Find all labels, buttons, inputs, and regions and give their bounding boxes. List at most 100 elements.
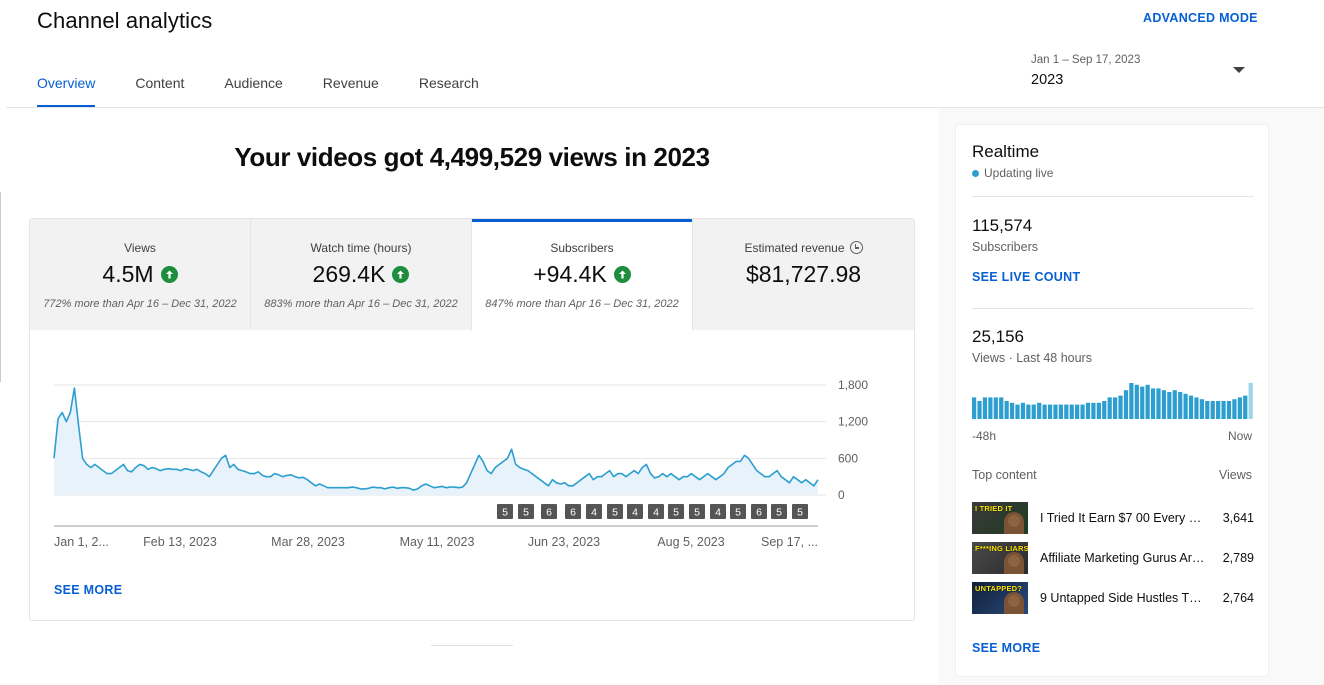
views-chart: 1,800 1,200 600 0 5 5 6 6 4 5 4 4 5 5 4 5 6 5 5 Jan 1, 2...… bbox=[53, 378, 868, 549]
video-marker-label: 6 bbox=[570, 507, 576, 519]
realtime-bar bbox=[1199, 399, 1204, 419]
video-title: I Tried It Earn $7 00 Every Day Copy Pas… bbox=[1040, 511, 1208, 525]
metric-estimated-revenue[interactable]: Estimated revenue $81,727.98 bbox=[693, 219, 914, 330]
metric-tabs: Views 4.5M 772% more than Apr 16 – Dec 3… bbox=[30, 219, 914, 330]
metric-comparison: 772% more than Apr 16 – Dec 31, 2022 bbox=[43, 298, 237, 310]
realtime-bar bbox=[1042, 404, 1047, 419]
subscriber-label: Subscribers bbox=[972, 240, 1038, 254]
date-range-text: Jan 1 – Sep 17, 2023 bbox=[1031, 54, 1141, 66]
scroll-indicator bbox=[431, 645, 513, 646]
views-48h-count: 25,156 bbox=[972, 327, 1024, 346]
video-marker-label: 5 bbox=[502, 507, 508, 519]
video-marker-label: 5 bbox=[612, 507, 618, 519]
realtime-bar bbox=[1031, 404, 1036, 419]
realtime-bar bbox=[1150, 388, 1156, 419]
realtime-bar bbox=[982, 397, 988, 419]
realtime-title: Realtime bbox=[972, 142, 1040, 161]
y-tick-label: 1,200 bbox=[838, 415, 868, 429]
realtime-bar bbox=[1096, 402, 1101, 419]
video-marker-label: 4 bbox=[632, 507, 638, 519]
person-icon bbox=[1004, 552, 1024, 574]
realtime-bar bbox=[1015, 404, 1020, 419]
realtime-bar bbox=[1004, 401, 1009, 419]
live-status: Updating live bbox=[972, 166, 1053, 180]
tab-revenue[interactable]: Revenue bbox=[323, 60, 379, 108]
top-views-label: Views bbox=[1218, 468, 1252, 482]
realtime-bar bbox=[1037, 402, 1042, 419]
realtime-bar bbox=[1075, 404, 1080, 419]
realtime-bar bbox=[1064, 404, 1069, 419]
realtime-bar bbox=[999, 397, 1004, 419]
realtime-bar bbox=[1026, 404, 1031, 419]
see-more-link[interactable]: SEE MORE bbox=[54, 583, 122, 597]
top-content-label: Top content bbox=[972, 468, 1037, 482]
bar-axis-end: Now bbox=[1227, 429, 1252, 443]
metric-label: Estimated revenue bbox=[693, 241, 914, 255]
tab-content[interactable]: Content bbox=[135, 60, 184, 108]
video-title: Affiliate Marketing Gurus Are Liars bbox=[1040, 551, 1208, 565]
realtime-bar bbox=[1178, 392, 1183, 419]
realtime-bar bbox=[1232, 399, 1237, 419]
metric-value: 269.4K bbox=[312, 261, 386, 287]
x-tick-label: Feb 13, 2023 bbox=[143, 535, 217, 549]
top-content-item[interactable]: F***ING LIARS Affiliate Marketing Gurus … bbox=[972, 542, 1254, 574]
metric-watch-time[interactable]: Watch time (hours) 269.4K 883% more than… bbox=[251, 219, 472, 330]
top-content-item[interactable]: I TRIED IT I Tried It Earn $7 00 Every D… bbox=[972, 502, 1254, 534]
video-marker-label: 6 bbox=[756, 507, 762, 519]
tab-overview[interactable]: Overview bbox=[37, 60, 96, 108]
realtime-bar-chart bbox=[972, 383, 1253, 419]
metric-label: Subscribers bbox=[550, 241, 614, 255]
realtime-bar bbox=[1113, 397, 1118, 419]
realtime-bar bbox=[1243, 395, 1248, 419]
divider bbox=[972, 308, 1254, 309]
video-marker-label: 5 bbox=[673, 507, 679, 519]
advanced-mode-button[interactable]: ADVANCED MODE bbox=[1143, 11, 1258, 25]
left-edge-divider bbox=[0, 192, 1, 382]
tab-audience[interactable]: Audience bbox=[224, 60, 282, 108]
metric-value: +94.4K bbox=[533, 261, 607, 287]
video-marker-label: 4 bbox=[715, 507, 721, 519]
realtime-card: Realtime Updating live 115,574 Subscribe… bbox=[955, 124, 1269, 677]
realtime-bar bbox=[1161, 390, 1167, 419]
see-more-link[interactable]: SEE MORE bbox=[972, 641, 1040, 655]
realtime-bar bbox=[1091, 402, 1096, 419]
video-marker-label: 5 bbox=[735, 507, 741, 519]
realtime-bar bbox=[1009, 402, 1015, 419]
date-range-picker[interactable]: Jan 1 – Sep 17, 2023 2023 bbox=[1031, 50, 1253, 94]
divider bbox=[972, 196, 1254, 197]
top-content-header: Top content Views bbox=[972, 468, 1252, 482]
video-marker-label: 5 bbox=[776, 507, 782, 519]
metric-comparison: 883% more than Apr 16 – Dec 31, 2022 bbox=[264, 298, 458, 310]
realtime-bar bbox=[1156, 388, 1161, 419]
overview-card: Views 4.5M 772% more than Apr 16 – Dec 3… bbox=[29, 218, 915, 621]
y-tick-label: 0 bbox=[838, 488, 845, 502]
video-thumbnail: I TRIED IT bbox=[972, 502, 1028, 534]
realtime-bar bbox=[1237, 397, 1242, 419]
realtime-bar bbox=[1134, 384, 1139, 419]
bar-axis-start: -48h bbox=[972, 429, 997, 443]
realtime-bar bbox=[993, 397, 998, 419]
realtime-bar bbox=[1167, 392, 1172, 419]
video-marker-label: 5 bbox=[797, 507, 803, 519]
metric-label: Views bbox=[124, 241, 156, 255]
see-live-count-link[interactable]: SEE LIVE COUNT bbox=[972, 270, 1080, 284]
top-content-item[interactable]: UNTAPPED? 9 Untapped Side Hustles That P… bbox=[972, 582, 1254, 614]
realtime-bar bbox=[1248, 383, 1253, 419]
tab-bar: Overview Content Audience Revenue Resear… bbox=[37, 60, 479, 108]
realtime-bar bbox=[1129, 383, 1134, 419]
realtime-bar bbox=[1102, 401, 1107, 419]
live-dot-icon bbox=[972, 169, 979, 177]
metric-subscribers[interactable]: Subscribers +94.4K 847% more than Apr 16… bbox=[472, 219, 693, 330]
metric-views[interactable]: Views 4.5M 772% more than Apr 16 – Dec 3… bbox=[30, 219, 251, 330]
realtime-bar bbox=[977, 401, 982, 419]
y-tick-label: 600 bbox=[838, 451, 858, 465]
realtime-bar bbox=[1107, 397, 1112, 419]
video-title: 9 Untapped Side Hustles That Pay bbox=[1040, 591, 1208, 605]
metric-value: $81,727.98 bbox=[745, 261, 862, 287]
realtime-bar bbox=[988, 397, 993, 419]
tab-research[interactable]: Research bbox=[419, 60, 479, 108]
views-headline: Your videos got 4,499,529 views in 2023 bbox=[234, 142, 710, 172]
realtime-bar bbox=[1210, 401, 1215, 419]
video-marker-label: 6 bbox=[546, 507, 552, 519]
video-marker-label: 4 bbox=[653, 507, 659, 519]
